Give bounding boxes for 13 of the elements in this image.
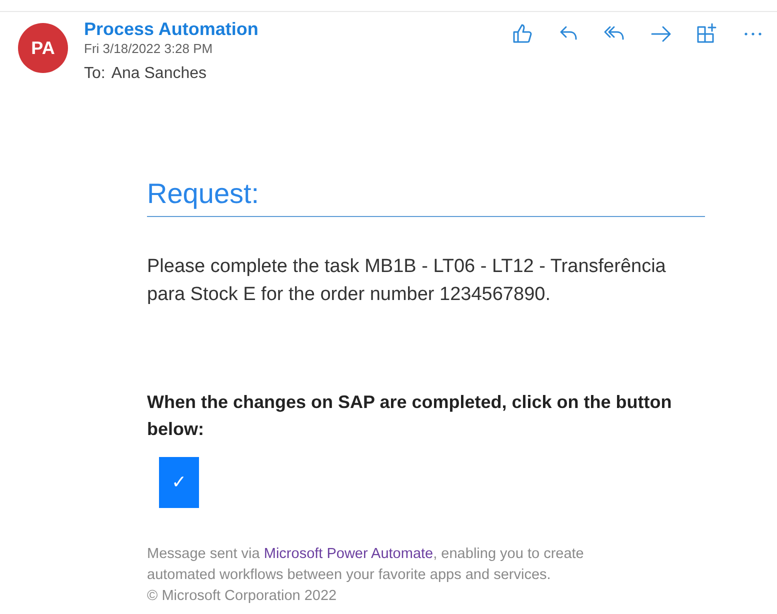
apps-add-icon[interactable]	[695, 22, 719, 46]
instruction-text: When the changes on SAP are completed, click on the button below:	[147, 391, 673, 441]
message-text: Please complete the task MB1B - LT06 - LT12 - Transferência para Stock E for the order number 1234567890.	[147, 255, 667, 307]
recipient-name: Ana Sanches	[111, 64, 207, 84]
request-heading: Request:	[147, 176, 705, 217]
power-automate-link[interactable]: Microsoft Power Automate	[264, 546, 434, 562]
to-label: To:	[84, 64, 106, 84]
copyright-text: © Microsoft Corporation 2022	[147, 587, 338, 606]
sent-date: Fri 3/18/2022 3:28 PM	[84, 40, 214, 58]
footer-text: Message sent via Microsoft Power Automate, enabling you to create automated workflows between your favorite apps and services.	[147, 545, 585, 585]
complete-button[interactable]: ✓	[159, 457, 199, 508]
sender-name[interactable]: Process Automation	[84, 18, 258, 40]
sender-avatar: PA	[18, 23, 68, 73]
